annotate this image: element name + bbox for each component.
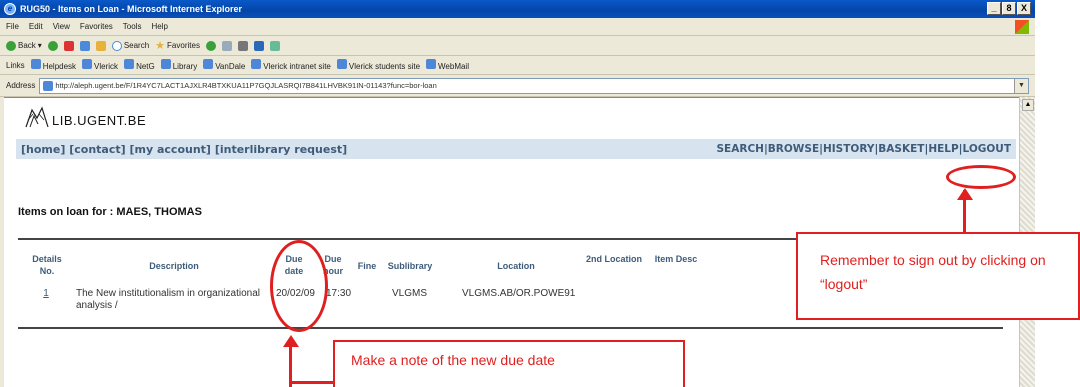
link-library[interactable]: Library: [160, 59, 197, 71]
logout-highlight: [946, 165, 1016, 189]
link-vandale[interactable]: VanDale: [203, 59, 245, 71]
due-date-highlight: [270, 240, 328, 332]
divider-bottom: [18, 327, 1003, 329]
links-label: Links: [6, 60, 25, 70]
page-icon: [251, 59, 262, 69]
forward-arrow-icon[interactable]: [47, 40, 58, 51]
maximize-button[interactable]: 8: [1002, 2, 1016, 15]
link-vlerick-intranet[interactable]: Vlerick intranet site: [251, 59, 331, 71]
page-icon: [336, 59, 347, 69]
search-button[interactable]: Search: [111, 40, 149, 51]
logout-callout: Remember to sign out by clicking on “log…: [796, 232, 1080, 320]
link-vlerick[interactable]: Vlerick: [82, 59, 118, 71]
nav-help[interactable]: HELP: [928, 143, 958, 155]
title-bar: e RUG50 - Items on Loan - Microsoft Inte…: [0, 0, 1035, 18]
star-icon: ★: [155, 40, 166, 52]
menu-edit[interactable]: Edit: [29, 22, 43, 31]
nav-search[interactable]: SEARCH: [717, 143, 764, 155]
loans-heading: Items on loan for : MAES, THOMAS: [18, 206, 202, 218]
site-logo[interactable]: LIB.UGENT.BE: [24, 106, 146, 128]
history-icon[interactable]: [205, 40, 216, 51]
due-date-callout: Make a note of the new due date: [333, 340, 685, 387]
favorites-button[interactable]: ★ Favorites: [155, 39, 200, 52]
library-logo-icon: [25, 106, 49, 128]
windows-logo-icon: [1015, 20, 1029, 34]
nav-logout[interactable]: LOGOUT: [963, 143, 1011, 155]
links-bar: Links Helpdesk Vlerick NetG Library VanD…: [0, 56, 1035, 75]
loan-sublibrary: VLGMS: [392, 288, 428, 299]
page-icon: [124, 59, 135, 69]
loan-description: The New institutionalism in organization…: [76, 288, 260, 311]
page-icon: [203, 59, 214, 69]
page-icon: [426, 59, 437, 69]
nav-left: [home] [contact] [my account] [interlibr…: [21, 143, 347, 156]
back-arrow-icon: [6, 40, 16, 51]
logout-arrow-icon: [957, 188, 973, 200]
col-description: Description: [149, 261, 199, 271]
page-icon: [160, 59, 171, 69]
link-webmail[interactable]: WebMail: [426, 59, 469, 71]
col-fine: Fine: [357, 261, 377, 271]
col-details-no: Details No.: [32, 254, 62, 276]
menu-bar: File Edit View Favorites Tools Help: [0, 18, 1035, 36]
loan-due-hour: 17:30: [326, 288, 352, 299]
loan-number-link[interactable]: 1: [36, 288, 56, 300]
menu-favorites[interactable]: Favorites: [80, 22, 113, 31]
print-icon[interactable]: [237, 40, 248, 51]
window-title: RUG50 - Items on Loan - Microsoft Intern…: [20, 4, 243, 14]
nav-my-account[interactable]: [my account]: [130, 143, 211, 156]
address-bar: Address http://aleph.ugent.be/F/1R4YC7LA…: [0, 75, 1035, 97]
link-helpdesk[interactable]: Helpdesk: [30, 59, 76, 71]
ie-icon: e: [4, 3, 16, 15]
refresh-icon[interactable]: [79, 40, 90, 51]
tool-bar: Back ▾ Search ★ Favorites: [0, 36, 1035, 56]
stop-icon[interactable]: [63, 40, 74, 51]
link-netg[interactable]: NetG: [124, 59, 155, 71]
close-button[interactable]: X: [1017, 2, 1031, 15]
home-icon[interactable]: [95, 40, 106, 51]
window-controls: _ 8 X: [987, 2, 1031, 15]
back-button[interactable]: Back ▾: [6, 40, 42, 51]
page-icon: [43, 80, 54, 91]
mail-icon[interactable]: [221, 40, 232, 51]
minimize-button[interactable]: _: [987, 2, 1001, 15]
page-icon: [30, 59, 41, 69]
search-icon: [111, 40, 122, 51]
edit-icon[interactable]: [253, 40, 264, 51]
nav-interlibrary[interactable]: [interlibrary request]: [215, 143, 347, 156]
nav-contact[interactable]: [contact]: [69, 143, 125, 156]
due-date-pointer-foot: [289, 381, 335, 384]
menu-tools[interactable]: Tools: [123, 22, 142, 31]
col-item-desc: Item Desc: [654, 254, 698, 264]
col-sublibrary: Sublibrary: [387, 261, 433, 271]
address-url: http://aleph.ugent.be/F/1R4YC7LACT1AJXLR…: [55, 81, 437, 90]
address-label: Address: [6, 81, 36, 90]
due-date-arrow-icon: [283, 335, 299, 347]
nav-basket[interactable]: BASKET: [878, 143, 924, 155]
nav-browse[interactable]: BROWSE: [768, 143, 819, 155]
page-icon: [82, 59, 93, 69]
loan-location: VLGMS.AB/OR.POWE91: [462, 288, 576, 299]
site-nav: [home] [contact] [my account] [interlibr…: [16, 139, 1016, 159]
address-dropdown-icon[interactable]: ▼: [1014, 78, 1028, 93]
nav-right: SEARCH | BROWSE | HISTORY | BASKET | HEL…: [717, 143, 1012, 155]
messenger-icon[interactable]: [269, 40, 280, 51]
link-vlerick-students[interactable]: Vlerick students site: [336, 59, 420, 71]
menu-help[interactable]: Help: [151, 22, 167, 31]
col-location: Location: [497, 261, 535, 271]
menu-file[interactable]: File: [6, 22, 19, 31]
nav-history[interactable]: HISTORY: [823, 143, 874, 155]
address-input[interactable]: http://aleph.ugent.be/F/1R4YC7LACT1AJXLR…: [39, 77, 1029, 94]
col-2nd-location: 2nd Location: [586, 254, 642, 264]
scroll-up-icon[interactable]: ▲: [1022, 99, 1034, 111]
menu-view[interactable]: View: [53, 22, 70, 31]
nav-home[interactable]: [home]: [21, 143, 65, 156]
logo-text: LIB.UGENT.BE: [52, 113, 147, 128]
